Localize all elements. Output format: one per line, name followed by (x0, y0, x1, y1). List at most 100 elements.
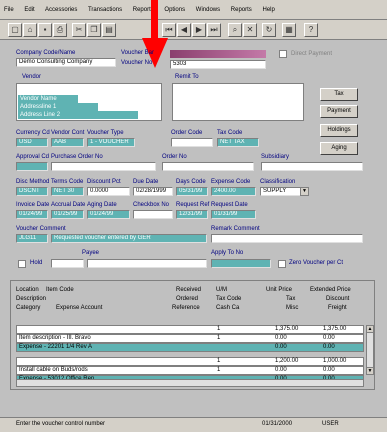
menu-file[interactable]: File (4, 7, 14, 13)
col-category: Category (16, 305, 41, 311)
prev-record-icon[interactable]: ◀ (177, 23, 191, 37)
request-date-label: Request Date (211, 202, 248, 208)
row-unit-price: 0.00 (275, 344, 287, 350)
last-record-icon[interactable]: ⏭ (207, 23, 221, 37)
refresh-icon[interactable]: ↻ (262, 23, 276, 37)
col-discount: Discount (326, 296, 350, 302)
voucher-no-input[interactable]: 5303 (170, 60, 266, 69)
direct-payment-checkbox[interactable] (279, 50, 287, 58)
col-tax: Tax (286, 296, 296, 302)
subsidiary-label: Subsidiary (261, 154, 290, 160)
invoice-date-field[interactable]: 01/24/99 (16, 210, 48, 219)
col-expense-account: Expense Account (56, 305, 103, 311)
scroll-up-icon[interactable]: ▲ (366, 325, 374, 333)
apply-to-field[interactable] (211, 259, 271, 268)
col-description: Description (16, 296, 47, 302)
copy-icon[interactable]: ❐ (87, 23, 101, 37)
menu-edit[interactable]: Edit (24, 7, 34, 13)
vendor-cont-label: Vendor Cont (51, 130, 85, 136)
calculator-icon[interactable]: ▦ (282, 23, 296, 37)
terms-code-field[interactable]: NET 30 (51, 187, 84, 196)
menu-transactions[interactable]: Transactions (88, 7, 122, 13)
classification-chevron-down-icon[interactable]: ▼ (300, 187, 309, 196)
col-item-code: Item Code (46, 287, 74, 293)
request-ref-label: Request Ref (176, 202, 210, 208)
grid-header: Location Item Code Received U/M Unit Pri… (16, 286, 364, 316)
row-qty: 1 (217, 335, 221, 341)
discount-pct-label: Discount Pct (87, 179, 121, 185)
classification-label: Classification (260, 179, 296, 185)
order-no-field[interactable] (162, 162, 254, 171)
menu-windows[interactable]: Windows (196, 7, 220, 13)
checkbox-no-field[interactable] (133, 210, 173, 219)
open-icon[interactable]: ⌂ (23, 23, 37, 37)
hold-checkbox[interactable] (18, 260, 26, 268)
grid-h-scrollbar[interactable] (16, 379, 364, 387)
zero-voucher-checkbox[interactable] (278, 260, 286, 268)
zero-voucher-label: Zero Voucher per Ct (289, 260, 344, 266)
approval-field[interactable] (16, 162, 48, 171)
po-label: Purchase Order No (51, 154, 103, 160)
table-row[interactable]: Expense - 22201 1/4 Rev A 0.00 0.00 (16, 343, 364, 352)
payee-code-field[interactable] (51, 259, 84, 268)
due-date-field[interactable]: 02/28/1999 (133, 187, 173, 196)
checkbox-no-label: Checkbox No (133, 202, 170, 208)
accrual-date-field[interactable]: 01/25/99 (51, 210, 84, 219)
save-icon[interactable]: ▪ (38, 23, 52, 37)
holdings-button[interactable]: Holdings (320, 124, 358, 137)
voucher-comment-label: Voucher Comment (16, 226, 66, 232)
request-date-field[interactable]: 01/31/99 (211, 210, 256, 219)
hold-label: Hold (30, 260, 43, 266)
remit-box[interactable] (172, 83, 304, 121)
print-icon[interactable]: ⎙ (53, 23, 67, 37)
currency-field[interactable]: USD (16, 138, 48, 147)
delete-icon[interactable]: ✕ (243, 23, 257, 37)
company-field[interactable]: Demo Consulting Company (16, 58, 116, 67)
approval-label: Approval Cd (16, 154, 50, 160)
aging-date-field[interactable]: 01/24/99 (87, 210, 130, 219)
find-icon[interactable]: ⌕ (228, 23, 242, 37)
request-ref-field[interactable]: 12/31/99 (176, 210, 208, 219)
discount-pct-field[interactable]: 0.0000 (87, 187, 130, 196)
col-extended-price: Extended Price (310, 287, 351, 293)
po-field[interactable] (51, 162, 156, 171)
days-code-field[interactable]: 05/31/99 (176, 187, 208, 196)
voucher-type-field[interactable]: 1 - VOUCHER (87, 138, 135, 147)
paste-icon[interactable]: ▤ (102, 23, 116, 37)
vendor-cont-field[interactable]: AAB (51, 138, 84, 147)
order-code-field[interactable] (171, 138, 213, 147)
disc-method-field[interactable]: DSCNT (16, 187, 48, 196)
table-row[interactable]: Item description - III. Bravo 1 0.00 0.00 (16, 334, 364, 343)
table-row[interactable]: 1 1,375.00 1,375.00 (16, 325, 364, 334)
scroll-down-icon[interactable]: ▼ (366, 367, 374, 375)
voucher-comment-code[interactable]: JLG11 (16, 234, 48, 243)
voucher-comment-field[interactable]: Requested voucher entered by GER (51, 234, 207, 243)
order-code-label: Order Code (171, 130, 203, 136)
payment-button[interactable]: Payment (320, 105, 358, 118)
subsidiary-field[interactable] (261, 162, 363, 171)
disc-method-label: Disc Method (16, 179, 50, 185)
cut-icon[interactable]: ✂ (72, 23, 86, 37)
tax-button[interactable]: Tax (320, 88, 358, 101)
menu-reports-2[interactable]: Reports (231, 7, 252, 13)
tax-code-field[interactable]: NET TAX (217, 138, 259, 147)
col-cash-ca: Cash Ca (216, 305, 240, 311)
vendor-address-1: Addressline 1 (18, 103, 98, 111)
voucher-no-label: Voucher No (121, 60, 153, 66)
col-um: U/M (216, 287, 227, 293)
aging-date-label: Aging Date (87, 202, 117, 208)
remark-comment-field[interactable] (211, 234, 363, 243)
table-row[interactable]: Install cable on Buds/rods 1 0.00 0.00 (16, 366, 364, 375)
aging-button[interactable]: Aging (320, 142, 358, 155)
row-extended-price: 1,000.00 (323, 358, 347, 364)
table-row[interactable]: 1 1,200.00 1,000.00 (16, 357, 364, 366)
menu-accessories[interactable]: Accessories (45, 7, 77, 13)
next-record-icon[interactable]: ▶ (192, 23, 206, 37)
expense-code-field[interactable]: 2400.00 (211, 187, 256, 196)
terms-code-label: Terms Code (51, 179, 84, 185)
payee-name-field[interactable] (87, 259, 207, 268)
help-icon[interactable]: ? (304, 23, 318, 37)
new-icon[interactable]: ▢ (8, 23, 22, 37)
apply-to-label: Apply To No (211, 250, 244, 256)
menu-help[interactable]: Help (262, 7, 274, 13)
